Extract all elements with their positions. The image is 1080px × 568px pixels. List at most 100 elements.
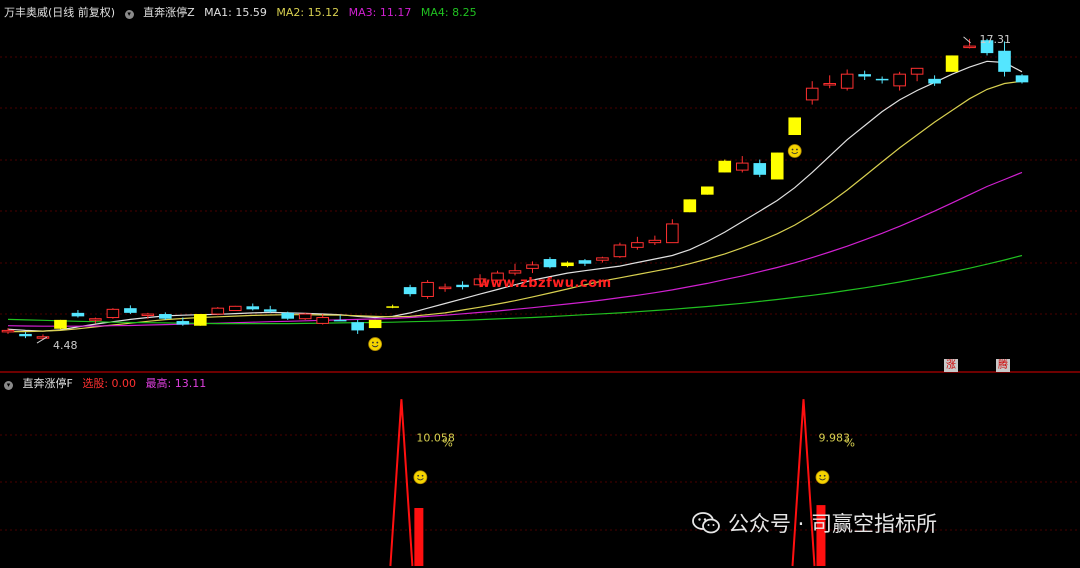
ma1-label: MA1: [204,6,232,19]
signal-markers: 17.31 4.48 [36,33,1012,485]
smiley-icon-0-eye-l [372,341,374,344]
ma3-label: MA3: [348,6,377,19]
candle-body-25 [438,286,452,290]
smiley-icon-0-eye-r [376,341,379,344]
ma2-value: 15.12 [307,6,340,19]
indicator-panel: 10.058% 9.983% [389,399,855,567]
candle-body-3 [54,319,67,329]
indicator-name[interactable]: 直奔涨停Z [143,6,195,19]
candle-body-53 [928,78,941,84]
candle-body-50 [875,78,889,81]
panel-toggle-icon[interactable]: ▾ [4,381,13,390]
candle-body-13 [228,305,242,312]
candle-body-32 [561,262,574,267]
smiley-icon-0 [368,337,383,351]
ma3-value: 11.17 [379,6,412,19]
candle-body-10 [176,321,190,325]
candle-body-34 [596,257,609,261]
candle-body-29 [508,270,522,274]
candle-body-30 [526,264,539,269]
signal-spike-0 [389,399,414,567]
candle-body-9 [159,314,172,319]
pct-unit-0: % [442,436,452,449]
price-panel-header: 万丰奥威(日线 前复权) ▾ 直奔涨停Z MA1: 15.59 MA2: 15.… [4,4,483,20]
candle-body-55 [963,45,976,49]
candle-body-54 [945,55,959,72]
lower-smiley-icon-0-eye-l [417,474,420,477]
candle-body-57 [998,50,1011,72]
lower-indicator-name[interactable]: 直奔涨停F [23,377,73,390]
wechat-watermark: 公众号 · 司赢空指标所 [692,508,937,538]
candlestick-series [1,38,1029,340]
candle-body-7 [124,308,137,313]
select-value: 0.00 [111,377,137,390]
indicator-toggle-icon[interactable]: ▾ [124,10,134,19]
candle-body-47 [823,83,836,86]
candle-body-8 [141,313,155,317]
lower-smiley-icon-0 [413,470,428,485]
candle-body-19 [333,319,347,322]
candle-body-22 [386,306,399,308]
chart-grid [0,56,1080,531]
high-label: 最高: [145,377,172,390]
candle-body-15 [263,309,277,312]
candle-body-14 [246,306,260,310]
lower-smiley-icon-1-eye-r [823,474,826,477]
signal-bar-0 [414,508,424,566]
candle-body-40 [701,186,714,195]
price-high-label: 17.31 [980,33,1012,46]
candle-body-45 [788,117,802,136]
candle-body-6 [106,308,120,319]
smiley-icon-0-face [368,337,383,351]
ma4-value: 8.25 [452,6,477,19]
moving-average-lines [7,60,1023,333]
candle-body-38 [666,223,679,244]
candle-body-43 [753,163,767,175]
candle-body-11 [194,314,207,326]
badge-teng: 腾 [996,359,1010,372]
candle-body-48 [840,73,854,89]
site-watermark: www.zbzfwu.com [478,276,612,291]
smiley-icon-1 [787,144,802,158]
candle-body-16 [281,312,295,319]
candle-body-44 [770,152,784,180]
candle-body-4 [71,312,85,317]
candle-body-21 [368,319,382,329]
candle-body-20 [351,322,364,331]
ma4-label: MA4: [420,6,449,19]
candle-body-12 [211,307,225,315]
price-low-label: 4.48 [53,339,77,352]
candle-body-33 [578,260,592,264]
smiley-icon-1-face [787,144,802,158]
candle-body-41 [718,160,732,173]
candle-body-37 [648,239,662,244]
indicator-panel-header: ▾ 直奔涨停F 选股: 0.00 最高: 13.11 [4,375,212,391]
candle-body-23 [403,287,417,295]
candle-body-1 [19,333,32,337]
candle-body-39 [683,199,697,213]
candle-body-51 [893,73,906,87]
candle-body-17 [298,313,312,320]
lower-smiley-icon-1-face [815,470,830,485]
wechat-icon [692,512,720,534]
candle-body-58 [1015,75,1029,83]
high-value: 13.11 [174,377,207,390]
ma-line-ma3 [7,171,1023,327]
smiley-icon-1-eye-l [791,148,794,151]
candle-body-18 [316,317,329,324]
candle-body-31 [543,259,557,268]
stock-title: 万丰奥威(日线 前复权) [4,6,116,19]
candle-body-42 [735,162,749,171]
candle-body-36 [631,242,644,248]
lower-smiley-icon-1 [815,470,830,485]
watermark-text: 公众号 · 司赢空指标所 [728,512,938,536]
candle-body-0 [1,329,15,333]
candle-body-24 [421,281,434,297]
candle-body-49 [858,74,871,77]
badge-zhang: 涨 [944,359,958,372]
lower-smiley-icon-1-eye-l [819,474,822,477]
candle-body-52 [910,67,924,75]
ma2-label: MA2: [276,6,305,19]
ma-line-ma2 [8,80,1023,333]
pct-unit-1: % [844,436,854,449]
